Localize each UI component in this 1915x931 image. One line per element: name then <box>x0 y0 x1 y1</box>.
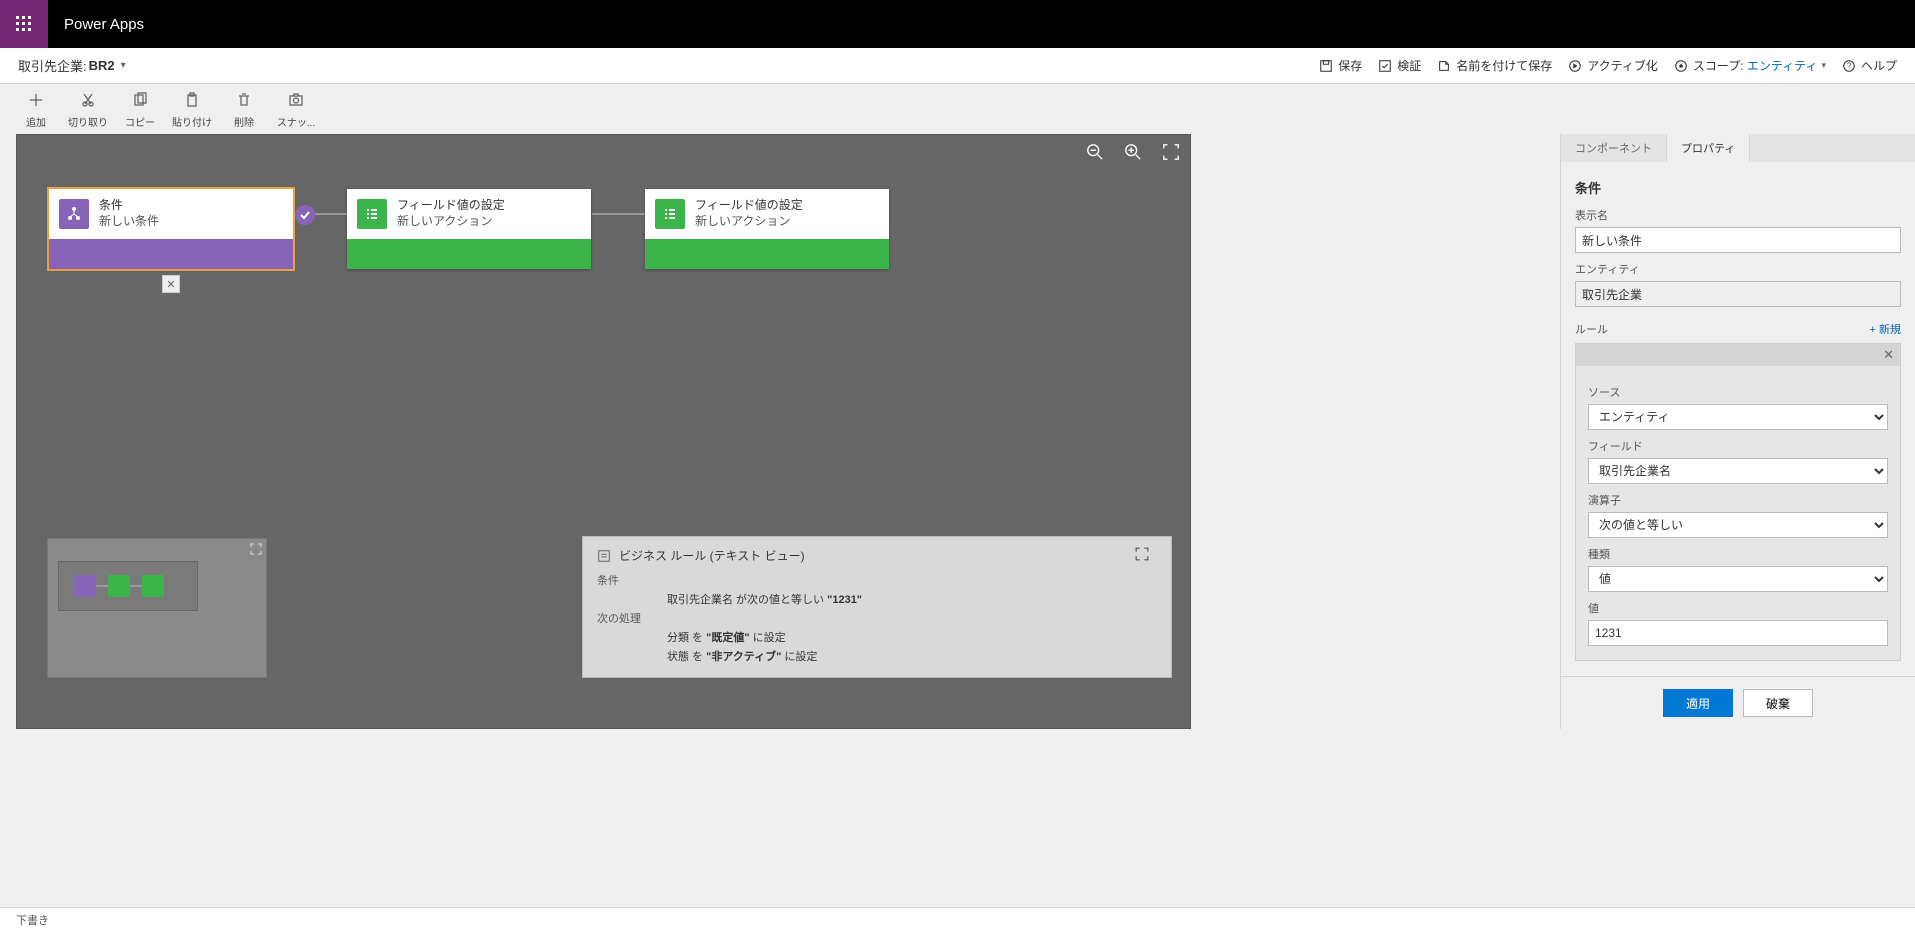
branch-icon <box>59 199 89 229</box>
then1-text: 分類 を "既定値" に設定 <box>667 629 786 645</box>
condition-node[interactable]: 条件新しい条件 <box>49 189 293 269</box>
waffle-button[interactable] <box>0 0 48 48</box>
app-header: Power Apps <box>0 0 1915 48</box>
properties-panel: コンポーネント プロパティ 条件 表示名 エンティティ ルール + 新規 ✕ ソ… <box>1560 134 1915 729</box>
save-as-button[interactable]: 名前を付けて保存 <box>1437 57 1552 74</box>
status-bar: 下書き <box>0 907 1915 931</box>
rule-card: ✕ ソース エンティティ フィールド 取引先企業名 演算子 次の値と等しい 種類… <box>1575 343 1901 661</box>
rule-icon <box>597 549 611 563</box>
entity-input <box>1575 281 1901 307</box>
cond-text: 取引先企業名 が次の値と等しい "1231" <box>667 591 862 607</box>
list-icon <box>655 199 685 229</box>
breadcrumb-bar: 取引先企業: BR2 ▾ 保存 検証 名前を付けて保存 アクティブ化 スコープ:… <box>0 48 1915 84</box>
discard-button[interactable]: 破棄 <box>1743 689 1813 717</box>
source-select[interactable]: エンティティ <box>1588 404 1888 430</box>
toolbar: 追加 切り取り コピー 貼り付け 削除 スナッ... <box>0 84 1915 134</box>
zoom-in-icon[interactable] <box>1124 143 1142 161</box>
tab-properties[interactable]: プロパティ <box>1667 134 1750 162</box>
copy-button[interactable]: コピー <box>114 88 166 129</box>
status-text: 下書き <box>16 912 49 928</box>
list-icon <box>357 199 387 229</box>
rule-name[interactable]: BR2 <box>89 58 115 73</box>
entity-prefix: 取引先企業: <box>18 56 87 75</box>
text-view-title: ビジネス ルール (テキスト ビュー) <box>619 547 805 564</box>
then2-text: 状態 を "非アクティブ" に設定 <box>667 648 817 664</box>
field-select[interactable]: 取引先企業名 <box>1588 458 1888 484</box>
delete-button[interactable]: 削除 <box>218 88 270 129</box>
paste-button[interactable]: 貼り付け <box>166 88 218 129</box>
scope-selector[interactable]: スコープ: エンティティ▾ <box>1674 57 1826 74</box>
tab-components[interactable]: コンポーネント <box>1561 134 1667 162</box>
svg-text:?: ? <box>1847 61 1852 70</box>
add-button[interactable]: 追加 <box>10 88 62 129</box>
value-input[interactable] <box>1588 620 1888 646</box>
section-title: 条件 <box>1575 178 1901 197</box>
activate-button[interactable]: アクティブ化 <box>1568 57 1658 74</box>
minimap[interactable] <box>47 538 267 678</box>
save-button[interactable]: 保存 <box>1319 57 1362 74</box>
operator-select[interactable]: 次の値と等しい <box>1588 512 1888 538</box>
zoom-out-icon[interactable] <box>1086 143 1104 161</box>
snapshot-button[interactable]: スナッ... <box>270 88 322 129</box>
close-icon[interactable]: ✕ <box>162 275 180 293</box>
action-node-2[interactable]: フィールド値の設定新しいアクション <box>645 189 889 269</box>
type-select[interactable]: 値 <box>1588 566 1888 592</box>
canvas[interactable]: 条件新しい条件 ✕ フィールド値の設定新しいアクション フィールド値の設定新しい… <box>16 134 1191 729</box>
close-icon[interactable]: ✕ <box>1877 347 1900 363</box>
apply-button[interactable]: 適用 <box>1663 689 1733 717</box>
app-name: Power Apps <box>64 16 144 33</box>
fit-screen-icon[interactable] <box>1162 143 1180 161</box>
expand-icon[interactable] <box>1135 547 1157 564</box>
display-name-input[interactable] <box>1575 227 1901 253</box>
help-button[interactable]: ?ヘルプ <box>1842 57 1897 74</box>
expand-icon[interactable] <box>250 543 262 558</box>
text-view-panel: ビジネス ルール (テキスト ビュー) 条件 取引先企業名 が次の値と等しい "… <box>582 536 1172 678</box>
chevron-down-icon[interactable]: ▾ <box>121 60 126 71</box>
add-rule-button[interactable]: + 新規 <box>1870 321 1901 337</box>
action-node-1[interactable]: フィールド値の設定新しいアクション <box>347 189 591 269</box>
validate-button[interactable]: 検証 <box>1378 57 1421 74</box>
check-icon <box>295 205 315 225</box>
cut-button[interactable]: 切り取り <box>62 88 114 129</box>
